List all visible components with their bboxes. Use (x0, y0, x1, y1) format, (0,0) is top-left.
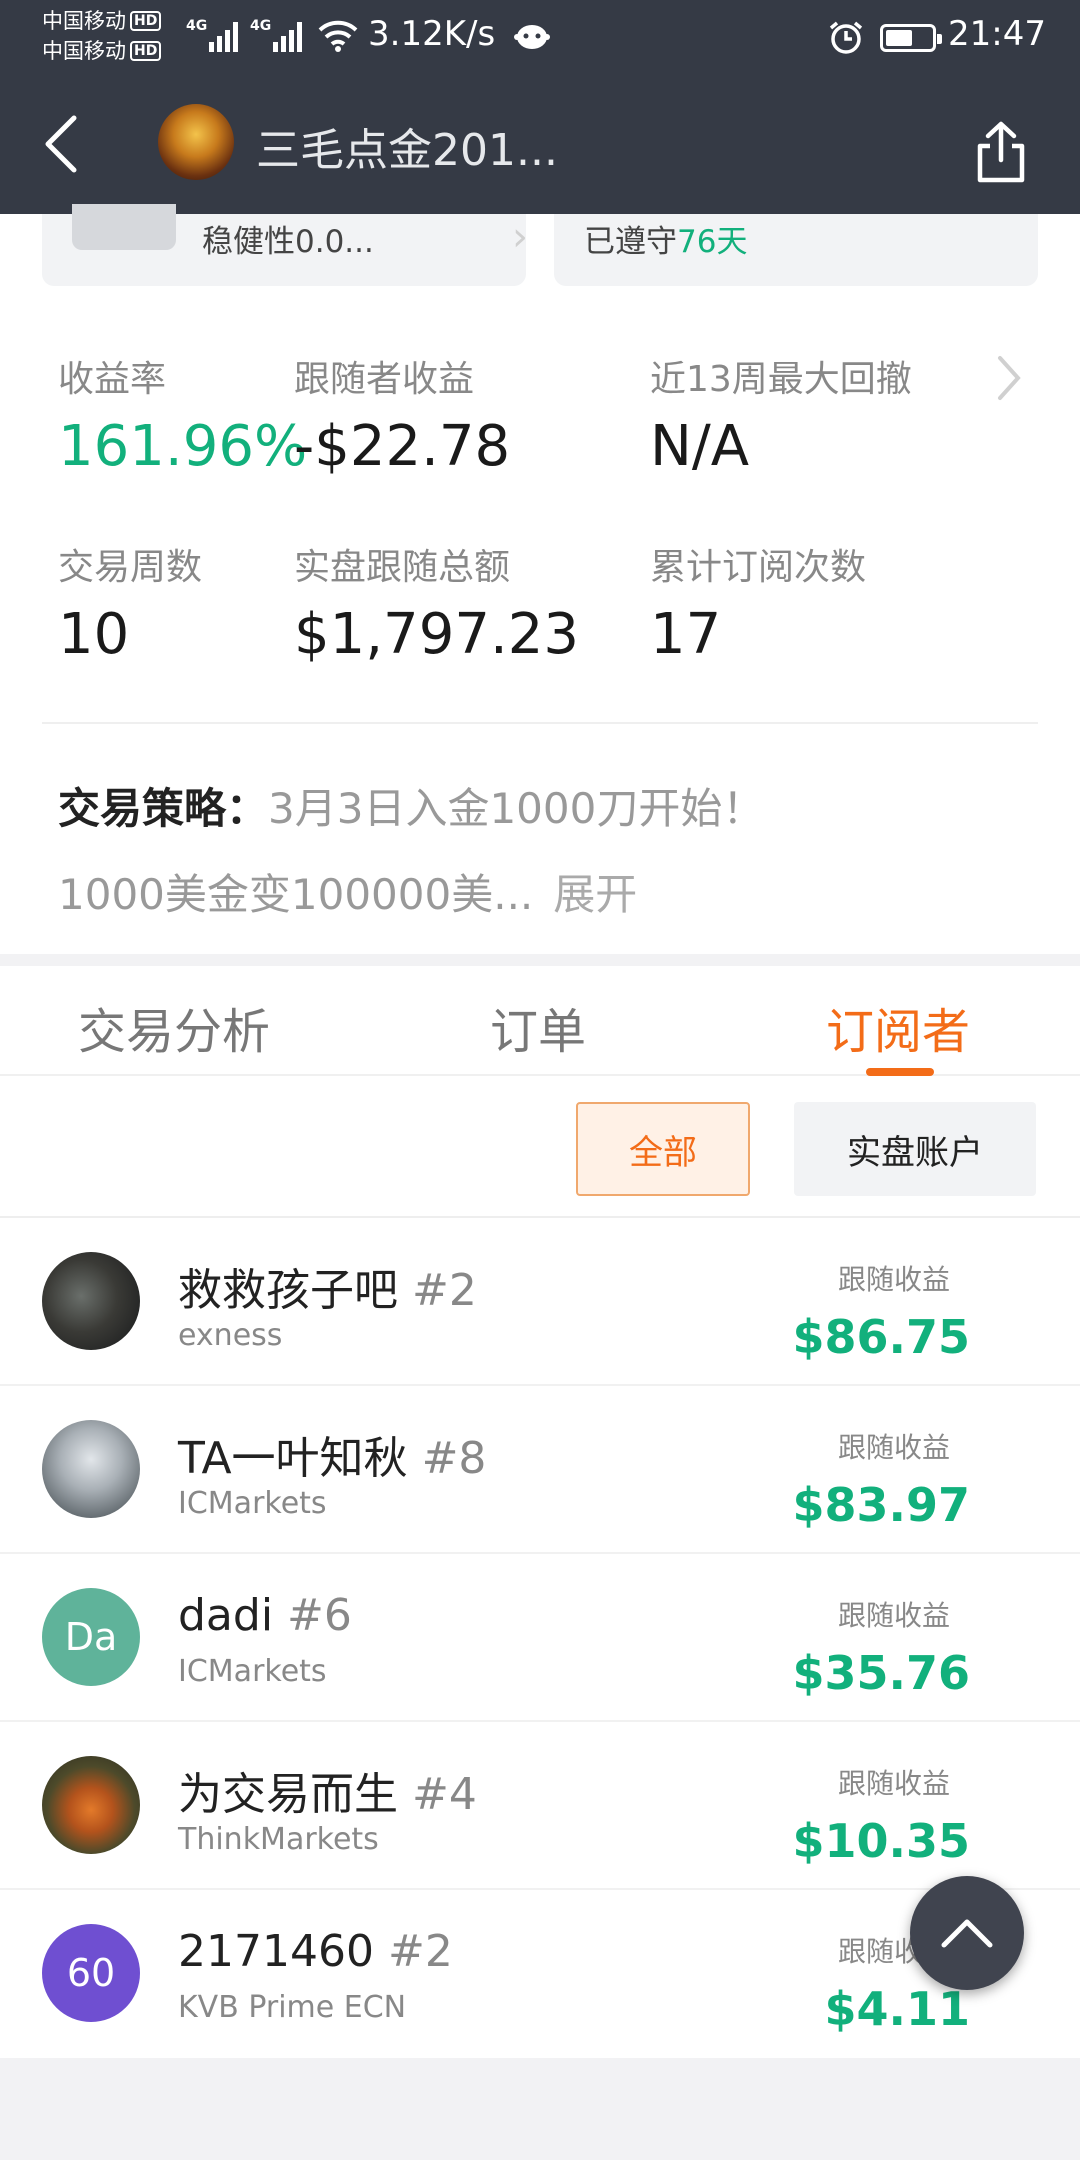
broker-name: ICMarkets (178, 1654, 327, 1689)
compliance-card[interactable]: 已遵守76天 (554, 214, 1038, 286)
trader-avatar[interactable] (158, 104, 234, 180)
active-tab-indicator (866, 1068, 934, 1076)
avatar: Da (42, 1588, 140, 1686)
profit-value: $4.11 (824, 1982, 970, 2036)
subscriber-name: 为交易而生 #4 (178, 1769, 477, 1820)
battery-icon (880, 24, 942, 52)
list-item[interactable]: Da dadi #6 ICMarkets 跟随收益 $35.76 (0, 1554, 1080, 1722)
broker-name: KVB Prime ECN (178, 1990, 407, 2025)
wifi-icon (318, 20, 358, 52)
broker-name: exness (178, 1318, 283, 1353)
profit-value: $86.75 (792, 1310, 970, 1364)
chevron-up-icon (941, 1919, 993, 1948)
app-header: 三毛点金201... (0, 76, 1080, 214)
profit-label: 跟随收益 (838, 1263, 951, 1296)
stat-copy-total: 实盘跟随总额 $1,797.23 (294, 547, 580, 667)
filter-bar: 全部 实盘账户 (0, 1076, 1080, 1218)
subscriber-name: dadi #6 (178, 1590, 352, 1641)
avatar (42, 1756, 140, 1854)
strategy-text: 交易策略：3月3日入金1000刀开始！ 1000美金变100000美... 展开 (58, 784, 765, 919)
clock: 21:47 (948, 14, 1046, 54)
subscriber-name: TA一叶知秋 #8 (178, 1433, 487, 1484)
signal-icon: 4G (186, 18, 241, 52)
list-item[interactable]: 为交易而生 #4 ThinkMarkets 跟随收益 $10.35 (0, 1722, 1080, 1890)
tab-trade-analysis[interactable]: 交易分析 (78, 992, 270, 1062)
list-item[interactable]: TA一叶知秋 #8 ICMarkets 跟随收益 $83.97 (0, 1386, 1080, 1554)
compliance-text: 已遵守76天 (584, 224, 748, 260)
subscriber-name: 2171460 #2 (178, 1926, 453, 1977)
badge-icon (72, 204, 176, 250)
alarm-icon (829, 21, 863, 54)
subscriber-name: 救救孩子吧 #2 (178, 1265, 477, 1316)
profit-label: 跟随收益 (838, 1599, 951, 1632)
profit-value: $10.35 (792, 1814, 970, 1868)
stat-follower-profit: 跟随者收益 -$22.78 (294, 359, 511, 479)
chevron-right-icon: › (512, 214, 528, 260)
broker-name: ThinkMarkets (178, 1822, 379, 1857)
tab-orders[interactable]: 订单 (490, 992, 586, 1062)
filter-real-account-button[interactable]: 实盘账户 (794, 1102, 1036, 1196)
stability-text: 稳健性0.0... (202, 224, 374, 260)
expand-link[interactable]: 展开 (553, 870, 637, 919)
avatar: 60 (42, 1924, 140, 2022)
network-speed: 3.12K/s (368, 14, 496, 54)
hd-badge-2: HD (130, 41, 162, 61)
carrier-info: 中国移动 HD 中国移动 HD (42, 6, 162, 66)
hd-badge: HD (130, 11, 162, 31)
stat-max-drawdown[interactable]: 近13周最大回撤 N/A (650, 350, 912, 479)
chevron-right-icon[interactable] (994, 354, 1024, 402)
carrier-2: 中国移动 (42, 39, 126, 63)
profit-value: $83.97 (792, 1478, 970, 1532)
page-title: 三毛点金201... (256, 125, 558, 176)
trader-summary: 稳健性0.0... › 已遵守76天 收益率 161.96% 跟随者收益 -$2… (0, 204, 1080, 954)
signal-icon-2: 4G (250, 18, 305, 52)
avatar (42, 1252, 140, 1350)
filter-all-button[interactable]: 全部 (576, 1102, 750, 1196)
top-bar: 中国移动 HD 中国移动 HD 4G 4G 3.12K/s 21:47 三毛点金… (0, 0, 1080, 214)
strategy-label: 交易策略： (58, 784, 269, 833)
stat-subscription-count: 累计订阅次数 17 (650, 547, 867, 667)
stat-return-rate: 收益率 161.96% (58, 359, 308, 479)
back-icon[interactable] (40, 112, 80, 176)
divider (42, 722, 1038, 724)
scroll-to-top-button[interactable] (910, 1876, 1024, 1990)
share-icon[interactable] (974, 120, 1028, 184)
tab-bar: 交易分析 订单 订阅者 (0, 966, 1080, 1076)
carrier-1: 中国移动 (42, 9, 126, 33)
status-bar: 中国移动 HD 中国移动 HD 4G 4G 3.12K/s 21:47 (0, 0, 1080, 76)
avatar (42, 1420, 140, 1518)
broker-name: ICMarkets (178, 1486, 327, 1521)
notification-icon (514, 25, 550, 49)
stat-trading-weeks: 交易周数 10 (58, 547, 203, 667)
tab-subscribers[interactable]: 订阅者 (826, 992, 970, 1062)
profit-label: 跟随收益 (838, 1431, 951, 1464)
list-item[interactable]: 救救孩子吧 #2 exness 跟随收益 $86.75 (0, 1218, 1080, 1386)
stability-card[interactable]: 稳健性0.0... › (42, 204, 528, 286)
profit-value: $35.76 (792, 1646, 970, 1700)
profit-label: 跟随收益 (838, 1767, 951, 1800)
